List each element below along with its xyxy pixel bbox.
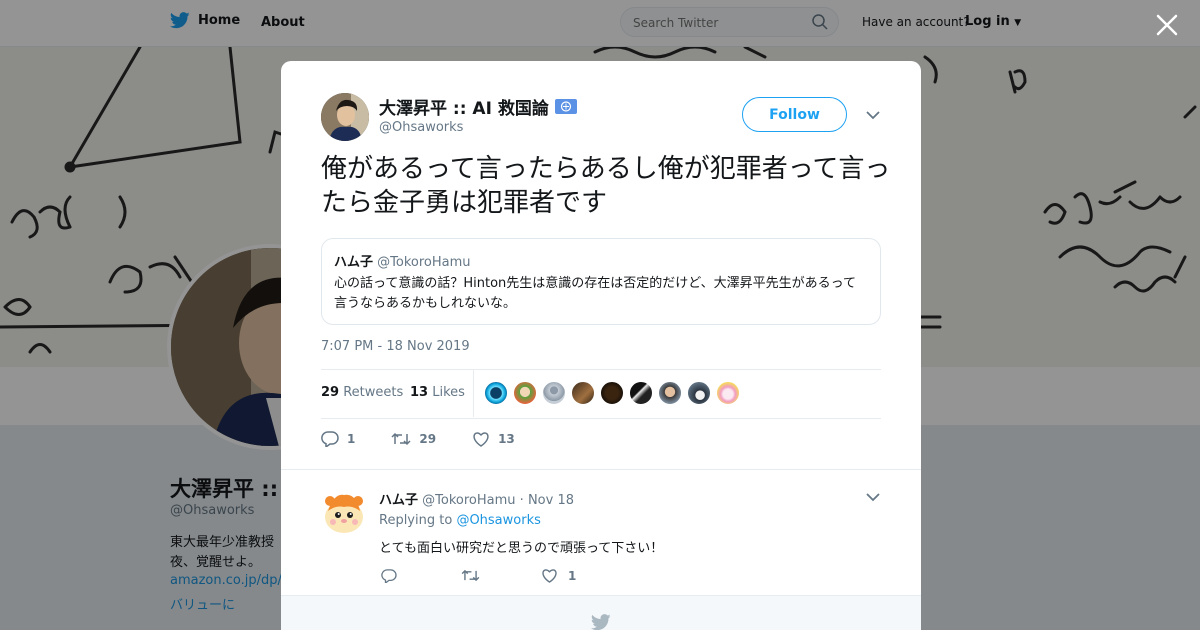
retweets-stat[interactable]: 29 Retweets [321,385,403,400]
tweet-timestamp[interactable]: 7:07 PM - 18 Nov 2019 [321,339,470,354]
reply-date[interactable]: Nov 18 [528,493,574,508]
liker-avatar[interactable] [600,381,624,405]
retweet-icon [391,432,411,446]
retweets-count: 29 [321,385,340,400]
reply-author-handle[interactable]: @TokoroHamu [422,493,515,508]
replying-to-label: Replying to [379,513,453,528]
reply-like-count: 1 [568,568,577,583]
heart-icon [473,432,489,447]
retweet-button[interactable]: 29 [391,432,436,446]
quoted-author-handle: @TokoroHamu [377,255,471,270]
tweet-stats: 29 Retweets 13 Likes [321,369,881,419]
likes-label: Likes [432,385,465,400]
reply-author-name[interactable]: ハム子 [379,493,418,508]
heart-icon [542,569,557,583]
author-name-row: 大澤昇平 :: AI 救国論 [379,94,577,119]
author-avatar[interactable] [321,93,369,141]
liker-avatars [484,381,740,405]
stats-divider [473,370,474,417]
reply-header: ハム子 @TokoroHamu · Nov 18 [379,489,574,508]
chevron-down-icon[interactable] [866,110,880,120]
author-handle[interactable]: @Ohsaworks [379,120,463,135]
retweets-label: Retweets [343,385,404,400]
quoted-author-name: ハム子 [334,255,374,270]
quoted-tweet[interactable]: ハム子 @TokoroHamu 心の話って意識の話？Hinton先生は意識の存在… [321,238,881,325]
tweet-text: 俺があるって言ったらあるし俺が犯罪者って言ったら金子勇は犯罪者です [321,154,891,218]
liker-avatar[interactable] [513,381,537,405]
verified-badge-icon [554,99,577,114]
liker-avatar[interactable] [716,381,740,405]
quoted-tweet-text: 心の話って意識の話？Hinton先生は意識の存在は否定的だけど、大澤昇平先生があ… [334,276,856,311]
replying-to-line: Replying to @Ohsaworks [379,513,541,528]
reply-like-button[interactable]: 1 [541,568,621,583]
chevron-down-icon[interactable] [866,492,880,502]
reply-author-avatar[interactable] [320,489,368,537]
liker-avatar[interactable] [484,381,508,405]
reply-reply-button[interactable] [381,568,461,583]
liker-avatar[interactable] [542,381,566,405]
likes-count: 13 [410,385,429,400]
hamster-avatar-image [320,489,368,537]
divider [281,469,921,470]
quoted-tweet-header: ハム子 @TokoroHamu [334,251,868,270]
reply-icon [381,568,397,583]
likes-stat[interactable]: 13 Likes [410,385,465,400]
close-icon[interactable] [1155,13,1179,37]
replying-to-mention[interactable]: @Ohsaworks [456,513,540,528]
like-button[interactable]: 13 [472,431,515,447]
tweet-modal: 大澤昇平 :: AI 救国論 @Ohsaworks Follow 俺があるって言… [281,61,921,630]
reply-text: とても面白い研究だと思うので頑張って下さい！ [379,541,664,556]
retweet-icon [461,569,480,582]
liker-avatar[interactable] [571,381,595,405]
reply-icon [321,431,339,447]
reply-count: 1 [347,432,356,446]
modal-footer [281,595,921,630]
follow-button[interactable]: Follow [742,97,847,132]
retweet-count: 29 [419,432,437,446]
tweet-actions: 1 29 13 [321,429,551,449]
liker-avatar[interactable] [629,381,653,405]
liker-avatar[interactable] [687,381,711,405]
reply-actions: 1 [381,568,621,583]
twitter-bird-icon [591,614,611,630]
like-count: 13 [498,432,515,446]
author-photo-image [321,93,369,141]
reply-button[interactable]: 1 [321,431,355,447]
reply-separator: · [519,493,524,508]
author-name[interactable]: 大澤昇平 :: AI 救国論 [379,94,549,119]
reply-retweet-button[interactable] [461,569,541,582]
liker-avatar[interactable] [658,381,682,405]
